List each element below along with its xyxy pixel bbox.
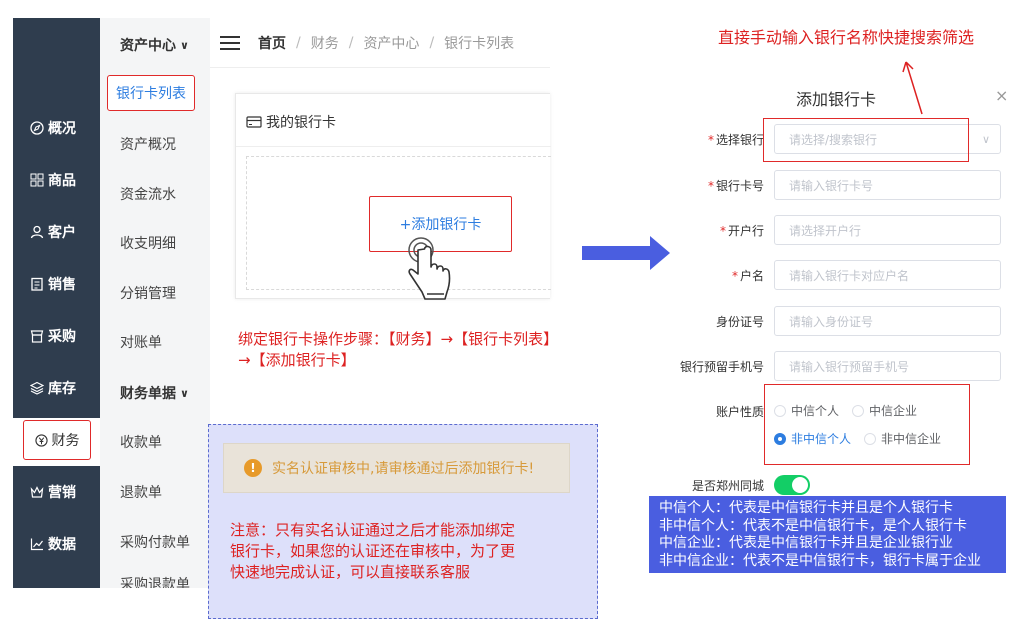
panel-title: 我的银行卡: [246, 112, 336, 132]
chart-icon: [30, 537, 44, 551]
layers-icon: [30, 381, 44, 395]
nav-label: 商品: [48, 173, 76, 189]
breadcrumb-separator: /: [296, 34, 301, 51]
user-icon: [30, 225, 44, 239]
submenu-item[interactable]: 资产概况: [100, 129, 210, 159]
highlight-account-type: [764, 384, 970, 465]
field-label-phone: 银行预留手机号: [679, 360, 764, 374]
breadcrumb-item[interactable]: 资产中心: [363, 33, 419, 53]
chevron-down-icon: ∨: [180, 38, 189, 52]
submenu-item[interactable]: 退款单: [100, 477, 210, 507]
main-sidebar: 概况 商品 客户 销售 采购 库存 营销 数据: [13, 18, 100, 588]
right-arrow-icon: [582, 236, 670, 270]
pointer-hand-icon: [408, 237, 451, 300]
field-label-bank: * 选择银行: [707, 133, 764, 147]
toggle-knob: [792, 477, 808, 493]
nav-stock[interactable]: 库存: [13, 368, 100, 408]
submenu-item[interactable]: 采购退款单: [100, 574, 210, 588]
attention-note: 注意：只有实名认证通过之后才能添加绑定 银行卡，如果您的认证还在审核中，为了更 …: [230, 521, 516, 581]
submenu-item[interactable]: 收支明细: [100, 228, 210, 258]
breadcrumb-current: 银行卡列表: [444, 35, 515, 52]
compass-icon: [30, 121, 44, 135]
id-number-input[interactable]: 请输入身份证号: [774, 306, 1001, 336]
submenu-item[interactable]: 对账单: [100, 327, 210, 357]
nav-label: 财务: [51, 433, 80, 449]
top-header: 首页 / 财务 / 资产中心 / 银行卡列表: [210, 18, 550, 68]
nav-marketing[interactable]: 营销: [13, 472, 100, 512]
breadcrumb-home[interactable]: 首页: [258, 33, 286, 53]
phone-input[interactable]: 请输入银行预留手机号: [774, 351, 1001, 381]
nav-goods[interactable]: 商品: [13, 160, 100, 200]
dialog-title: 添加银行卡: [796, 90, 877, 109]
nav-purchase[interactable]: 采购: [13, 316, 100, 356]
chevron-down-icon: ∨: [981, 133, 990, 146]
nav-label: 概况: [48, 121, 76, 137]
submenu-item[interactable]: 分销管理: [100, 278, 210, 308]
grid-icon: [30, 173, 44, 187]
crown-icon: [30, 485, 44, 499]
clipboard-icon: [30, 277, 44, 291]
nav-label: 数据: [48, 537, 76, 553]
close-icon[interactable]: ×: [995, 86, 1008, 105]
field-label-branch: * 开户行: [719, 224, 764, 238]
nav-label: 销售: [48, 277, 76, 293]
branch-select[interactable]: 请选择开户行: [774, 215, 1001, 245]
account-type-legend: 中信个人：代表是中信银行卡并且是个人银行卡 非中信个人：代表不是中信银行卡，是个…: [649, 496, 1006, 573]
field-label-same-city: 是否郑州同城: [691, 479, 764, 493]
holder-name-input[interactable]: 请输入银行卡对应户名: [774, 260, 1001, 290]
submenu-group-asset[interactable]: 资产中心 ∨: [100, 30, 210, 60]
nav-label: 库存: [48, 381, 76, 397]
field-label-card-no: * 银行卡号: [707, 179, 764, 193]
highlight-bank-select: [763, 118, 969, 162]
submenu-item-bank-card-list[interactable]: 银行卡列表: [107, 75, 195, 111]
submenu-item[interactable]: 收款单: [100, 427, 210, 457]
nav-customer[interactable]: 客户: [13, 212, 100, 252]
nav-label: 客户: [48, 225, 76, 241]
shop-icon: [30, 329, 44, 343]
menu-toggle-icon[interactable]: [220, 35, 240, 50]
submenu-item[interactable]: 采购付款单: [100, 527, 210, 557]
warning-icon: !: [244, 459, 262, 477]
chevron-down-icon: ∨: [180, 386, 189, 400]
yen-icon: [34, 433, 48, 447]
same-city-toggle[interactable]: [774, 475, 810, 495]
nav-label: 采购: [48, 329, 76, 345]
up-arrow-icon: [902, 61, 923, 115]
nav-overview[interactable]: 概况: [13, 108, 100, 148]
card-number-input[interactable]: 请输入银行卡号: [774, 170, 1001, 200]
submenu-group-docs[interactable]: 财务单据 ∨: [100, 378, 210, 408]
nav-finance[interactable]: 财务: [23, 420, 91, 460]
breadcrumb-separator: /: [429, 34, 435, 51]
divider: [236, 146, 551, 147]
breadcrumb-item[interactable]: 财务: [311, 33, 339, 53]
warning-alert: ! 实名认证审核中,请审核通过后添加银行卡!: [223, 443, 570, 493]
submenu-item[interactable]: 资金流水: [100, 179, 210, 209]
field-label-account-type: 账户性质: [715, 405, 764, 419]
steps-note: 绑定银行卡操作步骤：【财务】→【银行卡列表】 →【添加银行卡】: [238, 330, 559, 369]
nav-label: 营销: [48, 485, 76, 501]
field-label-id: 身份证号: [715, 315, 764, 329]
card-icon: [246, 116, 262, 128]
nav-data[interactable]: 数据: [13, 524, 100, 564]
breadcrumb-separator: /: [348, 34, 354, 51]
search-tip-note: 直接手动输入银行名称快捷搜索筛选: [718, 28, 975, 47]
field-label-holder: * 户名: [731, 269, 764, 283]
nav-sales[interactable]: 销售: [13, 264, 100, 304]
